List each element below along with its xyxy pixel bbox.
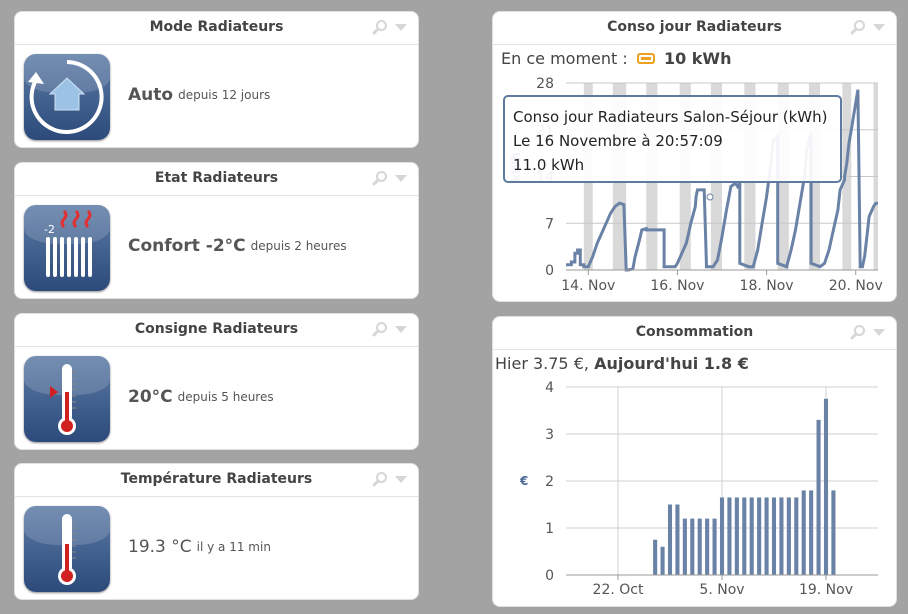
consigne-radiateurs-widget: Consigne Radiateurs 20°C depuis 5 heures [14,313,419,450]
tooltip-value: 11.0 kWh [513,156,585,174]
widget-header: Consigne Radiateurs [15,314,418,347]
consommation-summary: Hier 3.75 €, Aujourd'hui 1.8 € [495,354,749,373]
chevron-down-icon[interactable] [872,327,886,337]
chevron-down-icon[interactable] [394,173,408,183]
widget-header: Etat Radiateurs [15,163,418,196]
thermometer-icon[interactable] [24,506,110,592]
widget-title: Conso jour Radiateurs [607,19,782,35]
chart-tooltip: Conso jour Radiateurs Salon-Séjour (kWh)… [503,95,842,183]
widget-header: Consommation [493,317,896,350]
flame-icon [636,50,655,69]
widget-title: Etat Radiateurs [154,170,279,186]
widget-header: Température Radiateurs [15,464,418,497]
widget-title: Mode Radiateurs [149,19,284,35]
chevron-down-icon[interactable] [394,324,408,334]
chevron-down-icon[interactable] [394,474,408,484]
now-value: 10 kWh [663,49,732,68]
chevron-down-icon[interactable] [872,22,886,32]
widget-title: Consigne Radiateurs [134,321,299,337]
mode-value: Auto [128,85,174,105]
temperature-since: il y a 11 min [196,540,271,554]
radiator-heat-icon[interactable]: -2 [24,205,110,291]
mode-radiateurs-widget: Mode Radiateurs Auto depuis 12 jours [14,11,419,148]
widget-title: Consommation [635,324,754,340]
consigne-since: depuis 5 heures [177,390,274,404]
mode-auto-icon[interactable] [24,54,110,140]
etat-radiateurs-widget: Etat Radiateurs -2 Confort -2°C depuis 2… [14,162,419,299]
search-icon[interactable] [850,324,866,340]
consigne-value: 20°C [128,387,173,407]
widget-header: Mode Radiateurs [15,12,418,45]
etat-value: Confort -2°C [128,236,246,256]
hier-label: Hier 3.75 €, [495,354,589,373]
search-icon[interactable] [372,471,388,487]
widget-header: Conso jour Radiateurs [493,12,896,45]
thermostat-setpoint-icon[interactable] [24,356,110,442]
temperature-radiateurs-widget: Température Radiateurs 19.3 °C il y a 11… [14,463,419,600]
conso-now-line: En ce moment : 10 kWh [501,49,731,69]
chevron-down-icon[interactable] [394,22,408,32]
search-icon[interactable] [372,170,388,186]
search-icon[interactable] [372,19,388,35]
now-label: En ce moment : [501,49,628,68]
tooltip-series: Conso jour Radiateurs Salon-Séjour (kWh) [513,108,828,126]
search-icon[interactable] [850,19,866,35]
radiator-offset-label: -2 [44,223,55,236]
today-label: Aujourd'hui 1.8 € [594,354,749,373]
tooltip-date: Le 16 Novembre à 20:57:09 [513,132,723,150]
temperature-value: 19.3 °C [128,537,192,557]
etat-since: depuis 2 heures [250,239,347,253]
mode-since: depuis 12 jours [178,88,271,102]
search-icon[interactable] [372,321,388,337]
widget-title: Température Radiateurs [120,471,313,487]
